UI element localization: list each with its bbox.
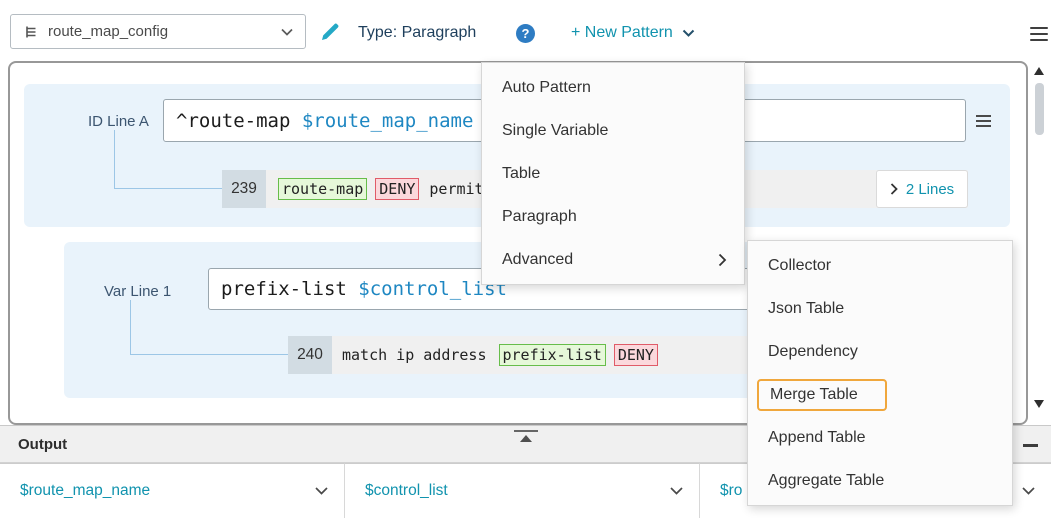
id-line-label: ID Line A <box>88 113 149 130</box>
output-column-control-list[interactable]: $control_list <box>345 463 700 518</box>
matched-keyword-red: DENY <box>614 344 658 366</box>
line-number: 240 <box>288 336 332 374</box>
pattern-type-label: Type: Paragraph <box>358 24 476 42</box>
connector-line <box>114 130 222 189</box>
new-pattern-menu: Auto Pattern Single Variable Table Parag… <box>481 62 745 285</box>
menu-item-single-variable[interactable]: Single Variable <box>482 109 744 152</box>
output-column-label: $control_list <box>365 482 448 500</box>
collapse-up-triangle-icon <box>520 435 532 442</box>
matched-keyword-red: DENY <box>375 178 419 200</box>
advanced-submenu: Collector Json Table Dependency Merge Ta… <box>747 240 1013 506</box>
matched-keyword-green: route-map <box>278 178 367 200</box>
help-icon[interactable]: ? <box>516 24 535 43</box>
menu-item-advanced-label: Advanced <box>502 251 573 268</box>
scroll-up-icon[interactable] <box>1034 67 1044 75</box>
collapse-bar-icon <box>514 430 538 432</box>
pattern-variable: $route_map_name <box>302 110 474 132</box>
pattern-text: ^route-map <box>176 110 302 132</box>
new-pattern-label: + New Pattern <box>571 24 673 42</box>
menu-item-auto-pattern[interactable]: Auto Pattern <box>482 66 744 109</box>
submenu-item-collector[interactable]: Collector <box>748 244 1012 287</box>
menu-item-table[interactable]: Table <box>482 152 744 195</box>
edit-pencil-icon[interactable] <box>319 21 341 43</box>
pattern-tree-icon <box>23 24 39 40</box>
chevron-down-icon <box>1022 487 1035 495</box>
connector-line <box>130 300 288 355</box>
submenu-item-aggregate-table[interactable]: Aggregate Table <box>748 459 1012 502</box>
chevron-right-icon <box>890 183 898 195</box>
vertical-scrollbar[interactable] <box>1032 63 1047 410</box>
chevron-down-icon <box>670 487 683 495</box>
matched-text: permit <box>429 180 483 198</box>
chevron-down-icon <box>315 487 328 495</box>
matched-keyword-green: prefix-list <box>499 344 606 366</box>
new-pattern-button[interactable]: + New Pattern <box>571 24 695 42</box>
output-column-label: $route_map_name <box>20 482 150 500</box>
menu-item-advanced[interactable]: Advanced <box>482 238 744 281</box>
pattern-editor-app: route_map_config Type: Paragraph ? + New… <box>0 0 1051 518</box>
drag-handle-icon[interactable] <box>976 115 991 127</box>
submenu-item-json-table[interactable]: Json Table <box>748 287 1012 330</box>
chevron-down-icon <box>682 29 695 38</box>
submenu-item-append-table[interactable]: Append Table <box>748 416 1012 459</box>
output-column-label: $ro <box>720 482 742 500</box>
scroll-down-icon[interactable] <box>1034 400 1044 408</box>
pencil-icon <box>319 21 341 43</box>
overflow-hamburger-icon[interactable] <box>1030 27 1048 41</box>
pattern-text: prefix-list <box>221 278 358 300</box>
collapse-output-button[interactable] <box>514 430 538 442</box>
submenu-item-dependency[interactable]: Dependency <box>748 330 1012 373</box>
menu-item-paragraph[interactable]: Paragraph <box>482 195 744 238</box>
pattern-select-dropdown[interactable]: route_map_config <box>10 14 306 49</box>
expand-lines-label: 2 Lines <box>906 181 954 198</box>
scrollbar-thumb[interactable] <box>1035 83 1044 135</box>
line-number: 239 <box>222 170 266 208</box>
expand-lines-button[interactable]: 2 Lines <box>876 170 968 208</box>
merge-table-highlight: Merge Table <box>757 379 887 411</box>
minimize-output-button[interactable] <box>1023 444 1038 447</box>
submenu-item-merge-table[interactable]: Merge Table <box>748 373 1012 416</box>
matched-text: match ip address <box>342 346 487 364</box>
output-title: Output <box>18 436 67 453</box>
var-line-label: Var Line 1 <box>104 283 171 300</box>
pattern-select-value: route_map_config <box>48 23 272 40</box>
chevron-down-icon <box>281 28 293 36</box>
chevron-right-icon <box>718 253 727 267</box>
output-column-route-map-name[interactable]: $route_map_name <box>0 463 345 518</box>
